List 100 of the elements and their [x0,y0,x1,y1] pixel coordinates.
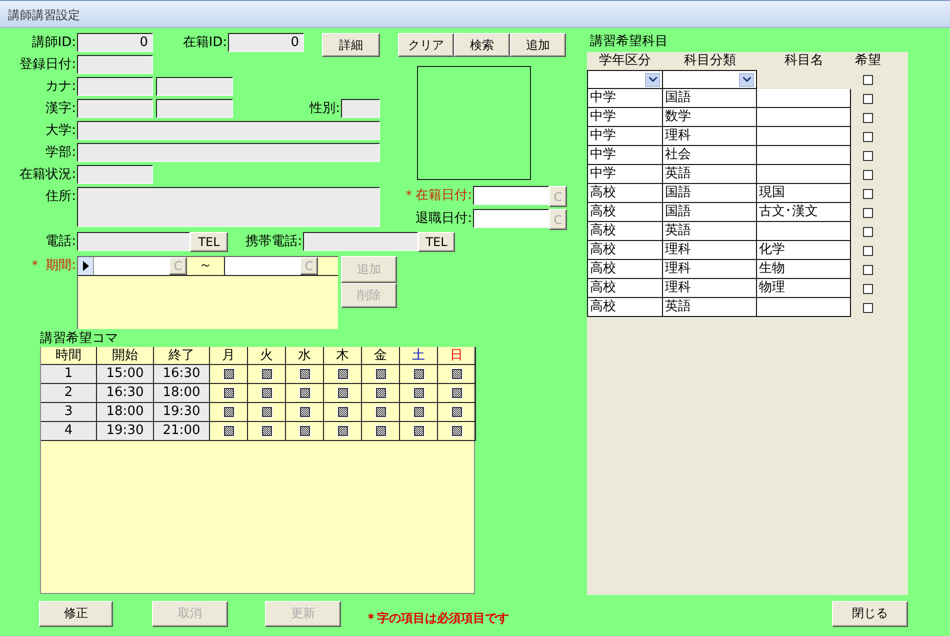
checkbox[interactable] [863,208,873,218]
column-header: 科目名 [784,52,824,70]
input-field[interactable] [77,143,380,162]
required-note: ＊字の項目は必須項目です [365,610,509,627]
id-field[interactable]: 0 [77,33,153,52]
date-field[interactable] [473,186,549,205]
checkbox[interactable] [452,369,462,379]
table-cell: 21:00 [154,422,210,441]
input-field[interactable] [77,165,153,184]
checkbox[interactable] [863,74,873,84]
checkbox[interactable] [863,226,873,236]
checkbox[interactable] [262,426,272,436]
table-cell: 中学 [587,165,663,184]
filter-dropdown[interactable] [663,70,757,89]
field-label: カナ: [44,78,77,96]
table-cell: 英語 [663,165,757,184]
date-field[interactable] [94,257,169,275]
checkbox[interactable] [863,170,873,180]
checkbox[interactable] [376,407,386,417]
table-cell: 化学 [757,241,851,260]
checkbox[interactable] [338,369,348,379]
checkbox[interactable] [414,369,424,379]
checkbox[interactable] [863,188,873,198]
id-field[interactable]: 0 [228,33,304,52]
checkbox[interactable] [452,388,462,398]
checkbox[interactable] [863,150,873,160]
input-field[interactable] [156,99,233,118]
table-cell: 古文･漢文 [757,203,851,222]
checkbox[interactable] [863,284,873,294]
checkbox[interactable] [300,426,310,436]
table-cell: 中学 [587,127,663,146]
checkbox[interactable] [300,369,310,379]
checkbox[interactable] [300,388,310,398]
input-field[interactable] [156,77,233,96]
table-cell: 高校 [587,203,663,222]
checkbox[interactable] [452,407,462,417]
checkbox[interactable] [452,426,462,436]
checkbox[interactable] [224,388,234,398]
date-field[interactable] [225,257,300,275]
input-field[interactable] [77,55,153,74]
checkbox[interactable] [338,426,348,436]
checkbox[interactable] [863,264,873,274]
column-header: 月 [210,347,248,365]
checkbox[interactable] [224,369,234,379]
checkbox[interactable] [863,302,873,312]
table-cell: 現国 [757,184,851,203]
table-cell: 4 [41,422,97,441]
checkbox[interactable] [224,407,234,417]
checkbox[interactable] [262,369,272,379]
table-cell: 16:30 [97,384,154,403]
field-label: 在籍状況: [18,166,77,184]
section-title: 講習希望科目 [589,33,669,51]
detail-button[interactable]: 詳細 [322,33,380,57]
checkbox[interactable] [338,407,348,417]
input-field[interactable] [341,99,380,118]
checkbox[interactable] [376,369,386,379]
checkbox[interactable] [376,388,386,398]
checkbox[interactable] [376,426,386,436]
input-field[interactable] [77,99,153,118]
checkbox[interactable] [414,388,424,398]
table-cell: 18:00 [154,384,210,403]
checkbox[interactable] [338,388,348,398]
date-field[interactable] [473,209,549,228]
checkbox[interactable] [262,388,272,398]
table-cell: 中学 [587,146,663,165]
table-cell: 高校 [587,260,663,279]
form-button[interactable]: 検索 [454,33,510,57]
form-button[interactable]: クリア [398,33,454,57]
checkbox[interactable] [414,407,424,417]
close-button[interactable]: 閉じる [832,600,908,626]
form-button[interactable]: 修正 [39,600,113,626]
field-label: 登録日付: [18,56,77,74]
tel-button[interactable]: TEL [418,232,455,252]
input-field[interactable] [77,232,190,251]
field-label: ＊ 期間: [27,257,77,275]
filter-dropdown[interactable] [587,70,663,89]
checkbox[interactable] [262,407,272,417]
field-label: 退職日付: [414,210,473,228]
table-cell: 3 [41,403,97,422]
table-cell: 物理 [757,279,851,298]
address-field[interactable] [77,187,380,227]
field-label: 住所: [44,188,77,206]
column-header: 日 [438,347,476,365]
checkbox[interactable] [224,426,234,436]
checkbox[interactable] [414,426,424,436]
checkbox[interactable] [300,407,310,417]
checkbox[interactable] [863,94,873,104]
field-label: 電話: [44,233,77,251]
input-field[interactable] [303,232,418,251]
table-cell: 数学 [663,108,757,127]
checkbox[interactable] [863,246,873,256]
checkbox[interactable] [863,112,873,122]
field-label: ＊在籍日付: [402,187,473,205]
input-field[interactable] [77,121,380,140]
form-button[interactable]: 追加 [510,33,566,57]
input-field[interactable] [77,77,153,96]
tel-button[interactable]: TEL [190,232,228,252]
field-label: 性別: [308,100,341,118]
checkbox[interactable] [863,132,873,142]
table-cell: 理科 [663,279,757,298]
